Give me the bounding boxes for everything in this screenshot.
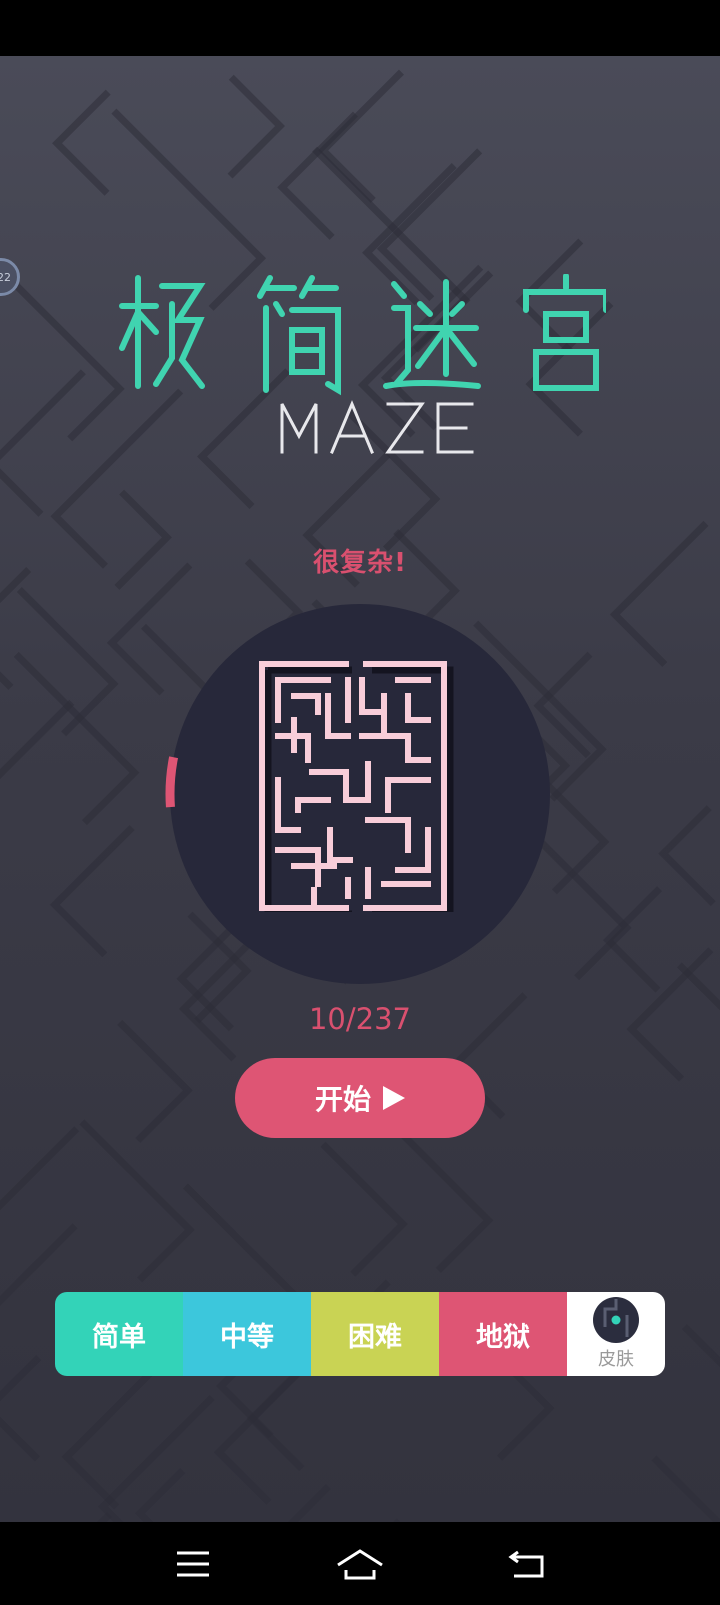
difficulty-selector: 简单 中等 困难 地狱 皮肤 — [55, 1292, 665, 1376]
background-line — [134, 1468, 186, 1522]
background-line — [0, 699, 75, 780]
background-line — [676, 962, 720, 1011]
start-button-label: 开始 — [314, 1083, 371, 1116]
difficulty-tab-easy[interactable]: 简单 — [55, 1292, 183, 1376]
back-button[interactable] — [502, 1544, 552, 1584]
status-bar — [0, 0, 720, 56]
maze-preview — [259, 661, 454, 912]
background-line — [320, 1141, 408, 1277]
background-line — [49, 825, 135, 958]
difficulty-label: 困难 — [348, 1321, 402, 1353]
back-icon — [508, 1550, 544, 1577]
background-line — [79, 1119, 195, 1283]
home-icon — [337, 1548, 383, 1579]
skin-button[interactable]: 皮肤 — [567, 1292, 665, 1376]
difficulty-label: 中等 — [220, 1321, 274, 1353]
menu-icon — [177, 1551, 210, 1576]
menu-button[interactable] — [168, 1544, 218, 1584]
background-line — [651, 1455, 720, 1522]
background-line — [681, 1324, 720, 1368]
background-line — [96, 1511, 112, 1522]
game-title-logo — [119, 274, 606, 454]
difficulty-label: 简单 — [92, 1321, 146, 1353]
difficulty-tab-medium[interactable]: 中等 — [183, 1292, 311, 1376]
background-line — [61, 1359, 164, 1510]
level-counter: 10/237 — [308, 1002, 412, 1036]
background-line — [0, 567, 32, 690]
background-line — [117, 1019, 193, 1143]
difficulty-comment: 很复杂! — [313, 548, 407, 578]
home-button[interactable] — [335, 1544, 385, 1584]
background-line — [52, 89, 111, 196]
background-line — [658, 805, 716, 907]
side-badge-text: 22 — [0, 270, 11, 284]
play-icon — [383, 1086, 405, 1110]
background-line — [227, 74, 285, 179]
skin-label: 皮肤 — [598, 1349, 634, 1370]
difficulty-label: 地狱 — [476, 1321, 530, 1353]
start-button[interactable]: 开始 — [235, 1058, 485, 1138]
game-area: 22 很复杂! 10/237 开始 简单 中等 困难 地狱 皮肤 — [0, 56, 720, 1522]
difficulty-tab-hell[interactable]: 地狱 — [439, 1292, 567, 1376]
background-line — [0, 369, 86, 517]
skin-icon — [593, 1297, 639, 1343]
background-line — [0, 265, 125, 442]
background-line — [0, 1355, 42, 1462]
background-line — [98, 1395, 215, 1522]
difficulty-tab-hard[interactable]: 困难 — [311, 1292, 439, 1376]
system-nav-bar — [0, 1522, 720, 1605]
